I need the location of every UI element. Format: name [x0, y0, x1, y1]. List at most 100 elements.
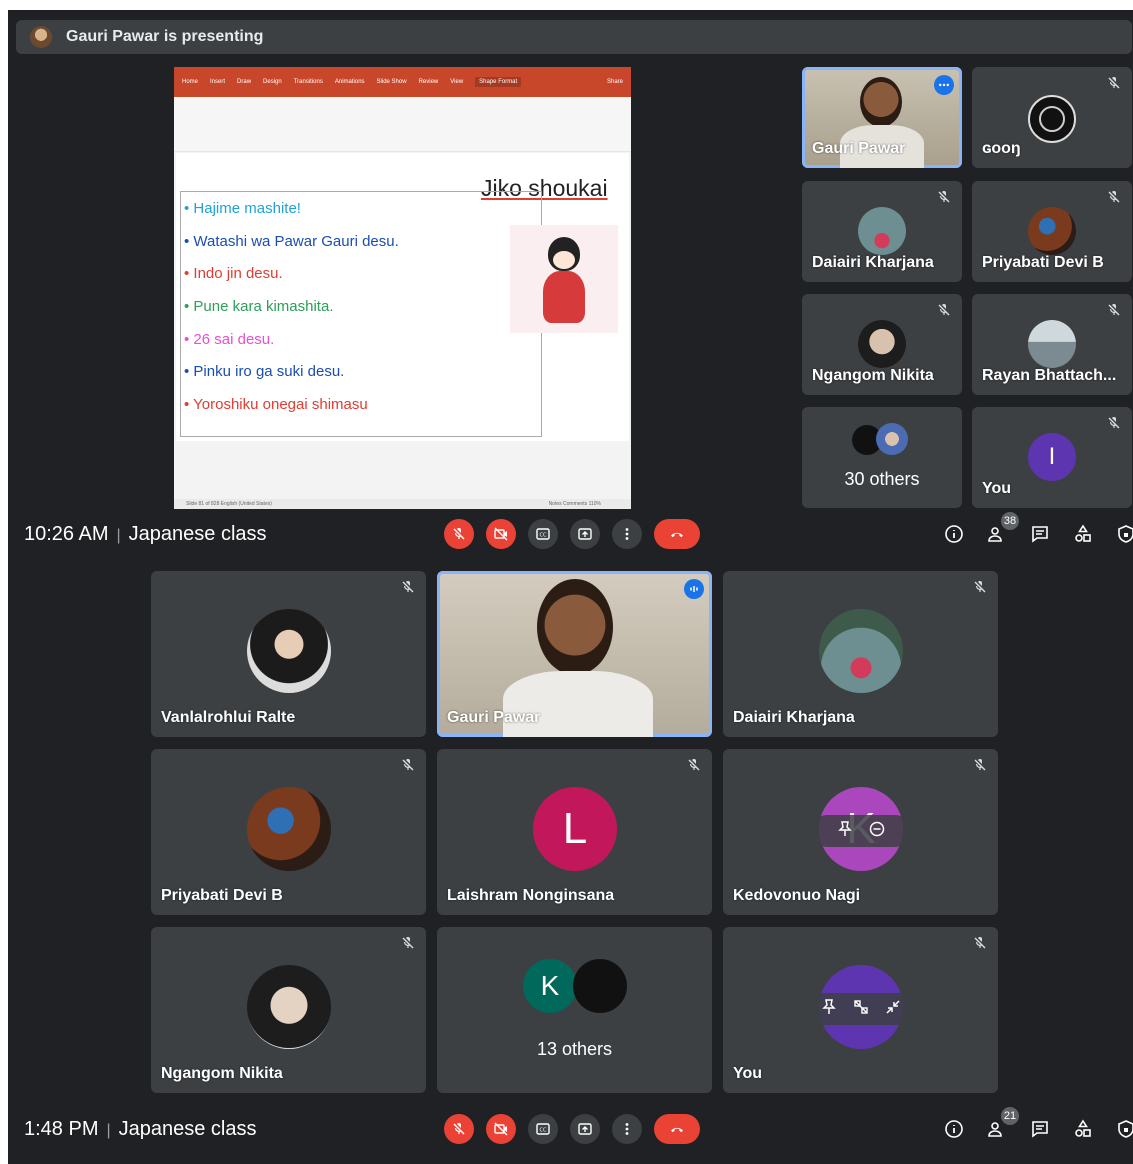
participant-name: ɢooŋ: [982, 140, 1021, 157]
participant-tile-13-others[interactable]: K 13 others: [437, 927, 712, 1093]
meeting-info: 10:26 AM | Japanese class: [24, 522, 267, 545]
remove-participant-icon[interactable]: [868, 820, 886, 843]
ribbon-tab: Transitions: [293, 79, 323, 85]
pin-icon[interactable]: [820, 998, 838, 1021]
mic-off-icon: [936, 302, 952, 318]
participant-tile-rayan[interactable]: Rayan Bhattach...: [972, 294, 1132, 395]
meeting-details-icon[interactable]: [942, 522, 966, 546]
captions-button[interactable]: CC: [528, 1114, 558, 1144]
participant-tile-ngangom[interactable]: Ngangom Nikita: [802, 294, 962, 395]
meeting-side-icons: 21: [942, 1107, 1133, 1141]
slide-bullet: • Watashi wa Pawar Gauri desu.: [184, 232, 399, 250]
slide-bullet: • 26 sai desu.: [184, 330, 275, 348]
ppt-status-right: Notes Comments 110%: [548, 501, 601, 507]
participant-tile-you-bottom[interactable]: You: [723, 927, 998, 1093]
mic-toggle-button[interactable]: [444, 1114, 474, 1144]
leave-call-button[interactable]: [654, 1114, 700, 1144]
slide-bullet: • Pinku iro ga suki desu.: [184, 363, 345, 381]
meeting-time: 10:26 AM: [24, 522, 109, 545]
people-icon[interactable]: 21: [985, 1107, 1019, 1141]
participant-tile-priyabati-bottom[interactable]: Priyabati Devi B: [151, 749, 426, 915]
ribbon-tab: Slide Show: [376, 79, 407, 85]
mic-off-icon: [972, 579, 988, 595]
captions-button[interactable]: CC: [528, 519, 558, 549]
mic-off-icon: [972, 757, 988, 773]
pin-icon[interactable]: [836, 820, 854, 843]
presenting-banner-text: Gauri Pawar is presenting: [66, 28, 264, 45]
more-options-icon[interactable]: [934, 75, 954, 95]
participant-video: [860, 77, 902, 127]
svg-text:CC: CC: [540, 1128, 547, 1134]
activities-icon[interactable]: [1071, 1117, 1095, 1141]
participant-avatar: [573, 959, 627, 1013]
participant-tile-you[interactable]: I You: [972, 407, 1132, 508]
participant-tile-priyabati[interactable]: Priyabati Devi B: [972, 181, 1132, 282]
minimize-icon[interactable]: [884, 998, 902, 1021]
participant-tile-gauri[interactable]: Gauri Pawar: [802, 67, 962, 168]
participant-avatar: [876, 423, 908, 455]
participant-tile-daiairi[interactable]: Daiairi Kharjana: [802, 181, 962, 282]
camera-toggle-button[interactable]: [486, 1114, 516, 1144]
ribbon-tab: Design: [263, 79, 282, 85]
participant-name: Ngangom Nikita: [161, 1065, 283, 1082]
participant-tile-daiairi-bottom[interactable]: Daiairi Kharjana: [723, 571, 998, 737]
participant-video: [537, 579, 613, 675]
more-options-button[interactable]: [612, 1114, 642, 1144]
chat-icon[interactable]: [1028, 1117, 1052, 1141]
participant-tile-laishram[interactable]: L Laishram Nonginsana: [437, 749, 712, 915]
participant-tile-kedovonuo[interactable]: K Kedovonuo Nagi: [723, 749, 998, 915]
meeting-control-bar: 10:26 AM | Japanese class CC 38: [8, 510, 1133, 558]
participant-tile-30-others[interactable]: 30 others: [802, 407, 962, 508]
participant-name: Priyabati Devi B: [161, 887, 283, 904]
mirror-off-icon[interactable]: [852, 998, 870, 1021]
host-controls-icon[interactable]: [1114, 1117, 1133, 1141]
ribbon-tab: Home: [182, 79, 199, 85]
participant-name: Ngangom Nikita: [812, 367, 934, 384]
participant-name: Daiairi Kharjana: [812, 254, 934, 271]
people-icon[interactable]: 38: [985, 512, 1019, 546]
participant-name: Gauri Pawar: [447, 709, 541, 726]
ribbon-tab: Animations: [334, 79, 365, 85]
present-button[interactable]: [570, 519, 600, 549]
slide-bullet: • Hajime mashite!: [184, 200, 301, 217]
present-button[interactable]: [570, 1114, 600, 1144]
meeting-screenshot-presenting: Gauri Pawar is presenting Home Insert Dr…: [8, 10, 1133, 566]
mic-off-icon: [400, 579, 416, 595]
participant-tile-ngangom-bottom[interactable]: Ngangom Nikita: [151, 927, 426, 1093]
more-options-button[interactable]: [612, 519, 642, 549]
meeting-title: Japanese class: [128, 522, 267, 545]
ribbon-tab: View: [450, 79, 464, 85]
chat-icon[interactable]: [1028, 522, 1052, 546]
participant-avatar: [1028, 207, 1076, 255]
presented-slide: Home Insert Draw Design Transitions Anim…: [174, 67, 631, 509]
participant-tile-gauri-bottom[interactable]: Gauri Pawar: [437, 571, 712, 737]
slide-bullet: • Pune kara kimashita.: [184, 298, 334, 316]
mic-off-icon: [400, 935, 416, 951]
participant-name: Gauri Pawar: [812, 140, 906, 157]
meeting-control-bar-bottom: 1:48 PM | Japanese class CC 21: [8, 1105, 1133, 1153]
leave-call-button[interactable]: [654, 519, 700, 549]
meeting-details-icon[interactable]: [942, 1117, 966, 1141]
slide-bullet: • Yoroshiku onegai shimasu: [184, 396, 368, 414]
ppt-ribbon: Home Insert Draw Design Transitions Anim…: [174, 67, 631, 97]
participant-count-badge: 21: [1001, 1107, 1019, 1125]
kokeshi-doll-image: [510, 225, 618, 333]
participant-tile-vanlalrohlui[interactable]: Vanlalrohlui Ralte: [151, 571, 426, 737]
camera-toggle-button[interactable]: [486, 519, 516, 549]
meeting-info: 1:48 PM | Japanese class: [24, 1117, 257, 1140]
participant-tile-goon[interactable]: ɢooŋ: [972, 67, 1132, 168]
participant-avatar: [819, 609, 903, 693]
svg-text:CC: CC: [540, 533, 547, 539]
ribbon-tab: Insert: [210, 79, 226, 85]
ribbon-tab-active: Shape Format: [475, 77, 522, 87]
participant-avatar: [858, 320, 906, 368]
host-controls-icon[interactable]: [1114, 522, 1133, 546]
mic-toggle-button[interactable]: [444, 519, 474, 549]
activities-icon[interactable]: [1071, 522, 1095, 546]
tile-hover-controls: [807, 993, 915, 1025]
presenting-banner: Gauri Pawar is presenting: [16, 20, 1132, 54]
participant-name: Kedovonuo Nagi: [733, 887, 861, 904]
participant-name: Rayan Bhattach...: [982, 367, 1117, 384]
meeting-title: Japanese class: [118, 1117, 257, 1140]
participant-avatar: [1028, 95, 1076, 143]
